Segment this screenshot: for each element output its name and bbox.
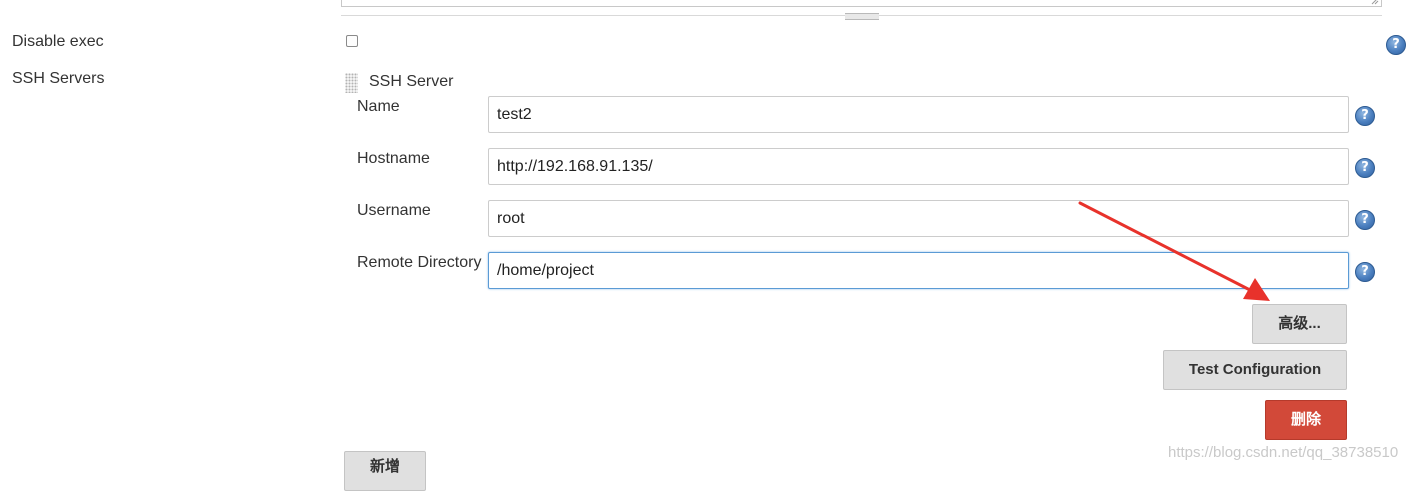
annotation-arrow-icon (1078, 201, 1270, 301)
